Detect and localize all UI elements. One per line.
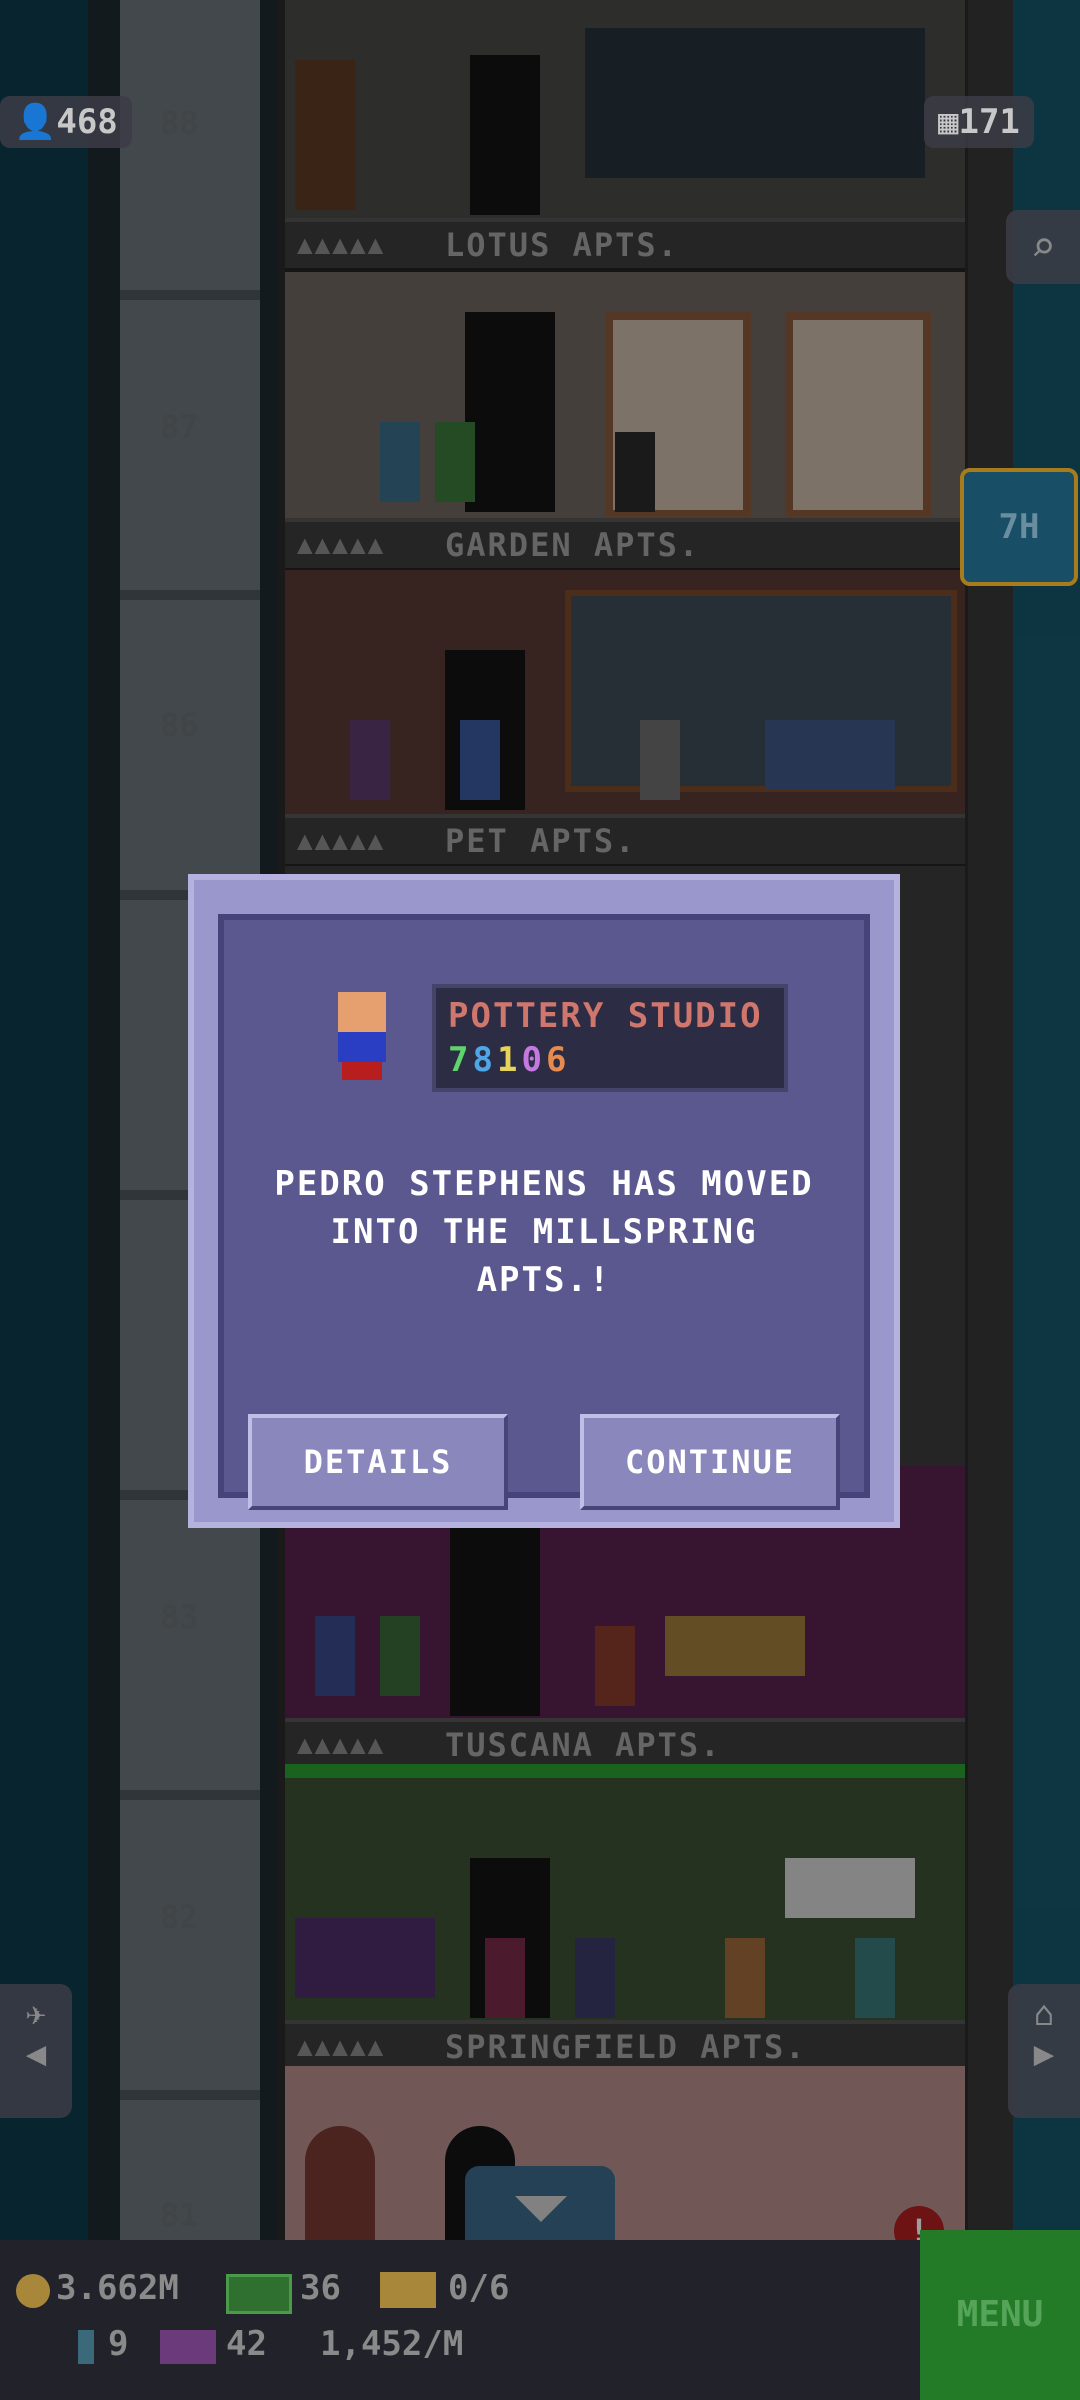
continue-button[interactable]: CONTINUE — [580, 1414, 840, 1510]
coin-icon — [16, 2274, 50, 2308]
floors-value: 171 — [958, 102, 1020, 142]
chevron-left-icon: ◀ — [25, 2034, 47, 2074]
business-skill-values: 78106 — [448, 1040, 570, 1080]
dialog-panel: POTTERY STUDIO 78106 PEDRO STEPHENS HAS … — [218, 914, 870, 1510]
home-button[interactable]: ⌂ ▶ — [1008, 1984, 1080, 2118]
elevator-timer[interactable]: 7H — [960, 468, 1078, 586]
avatar-head — [338, 992, 386, 1032]
skill-value: 7 — [448, 1040, 473, 1080]
business-box: POTTERY STUDIO 78106 — [432, 984, 788, 1092]
skill-value: 6 — [545, 1040, 571, 1080]
tool-count: 9 — [108, 2324, 129, 2364]
details-button[interactable]: DETAILS — [248, 1414, 508, 1510]
skill-value: 8 — [472, 1040, 497, 1080]
resident-avatar — [332, 992, 392, 1082]
elevator-up-button[interactable]: ✈ ◀ — [0, 1984, 72, 2118]
building-icon: ▦ — [938, 102, 959, 142]
population-counter[interactable]: 👤468 — [0, 96, 132, 148]
elevator-time-value: 7H — [998, 507, 1040, 547]
dialog-message: PEDRO STEPHENS HAS MOVED INTO THE MILLSP… — [274, 1164, 814, 1300]
plane-icon: ✈ — [25, 1994, 47, 2034]
avatar-body — [338, 1032, 386, 1062]
magnifier-icon[interactable]: ⌕ — [1006, 210, 1080, 284]
tool-icon — [78, 2330, 94, 2364]
menu-button[interactable]: MENU — [920, 2230, 1080, 2400]
move-in-dialog: POTTERY STUDIO 78106 PEDRO STEPHENS HAS … — [188, 874, 900, 1528]
skill-value: 1 — [496, 1040, 522, 1080]
avatar-legs — [342, 1062, 382, 1080]
skill-value: 0 — [521, 1040, 546, 1080]
bux-icon — [226, 2274, 292, 2314]
floors-counter[interactable]: ▦171 — [924, 96, 1034, 148]
chevron-right-icon: ▶ — [1033, 2034, 1055, 2074]
population-value: 468 — [56, 102, 118, 142]
business-name: POTTERY STUDIO — [448, 996, 763, 1036]
coins-value: 3.662M — [56, 2268, 179, 2308]
home-icon: ⌂ — [1033, 1994, 1055, 2034]
mission-icon — [160, 2330, 216, 2364]
income-rate: 1,452/M — [320, 2324, 464, 2364]
person-icon: 👤 — [14, 102, 57, 142]
vip-tickets-value: 0/6 — [448, 2268, 510, 2308]
mission-count: 42 — [226, 2324, 267, 2364]
bottom-status-bar: 3.662M 36 0/6 9 42 1,452/M — [0, 2240, 920, 2400]
bux-value: 36 — [300, 2268, 341, 2308]
ticket-icon — [380, 2272, 436, 2308]
